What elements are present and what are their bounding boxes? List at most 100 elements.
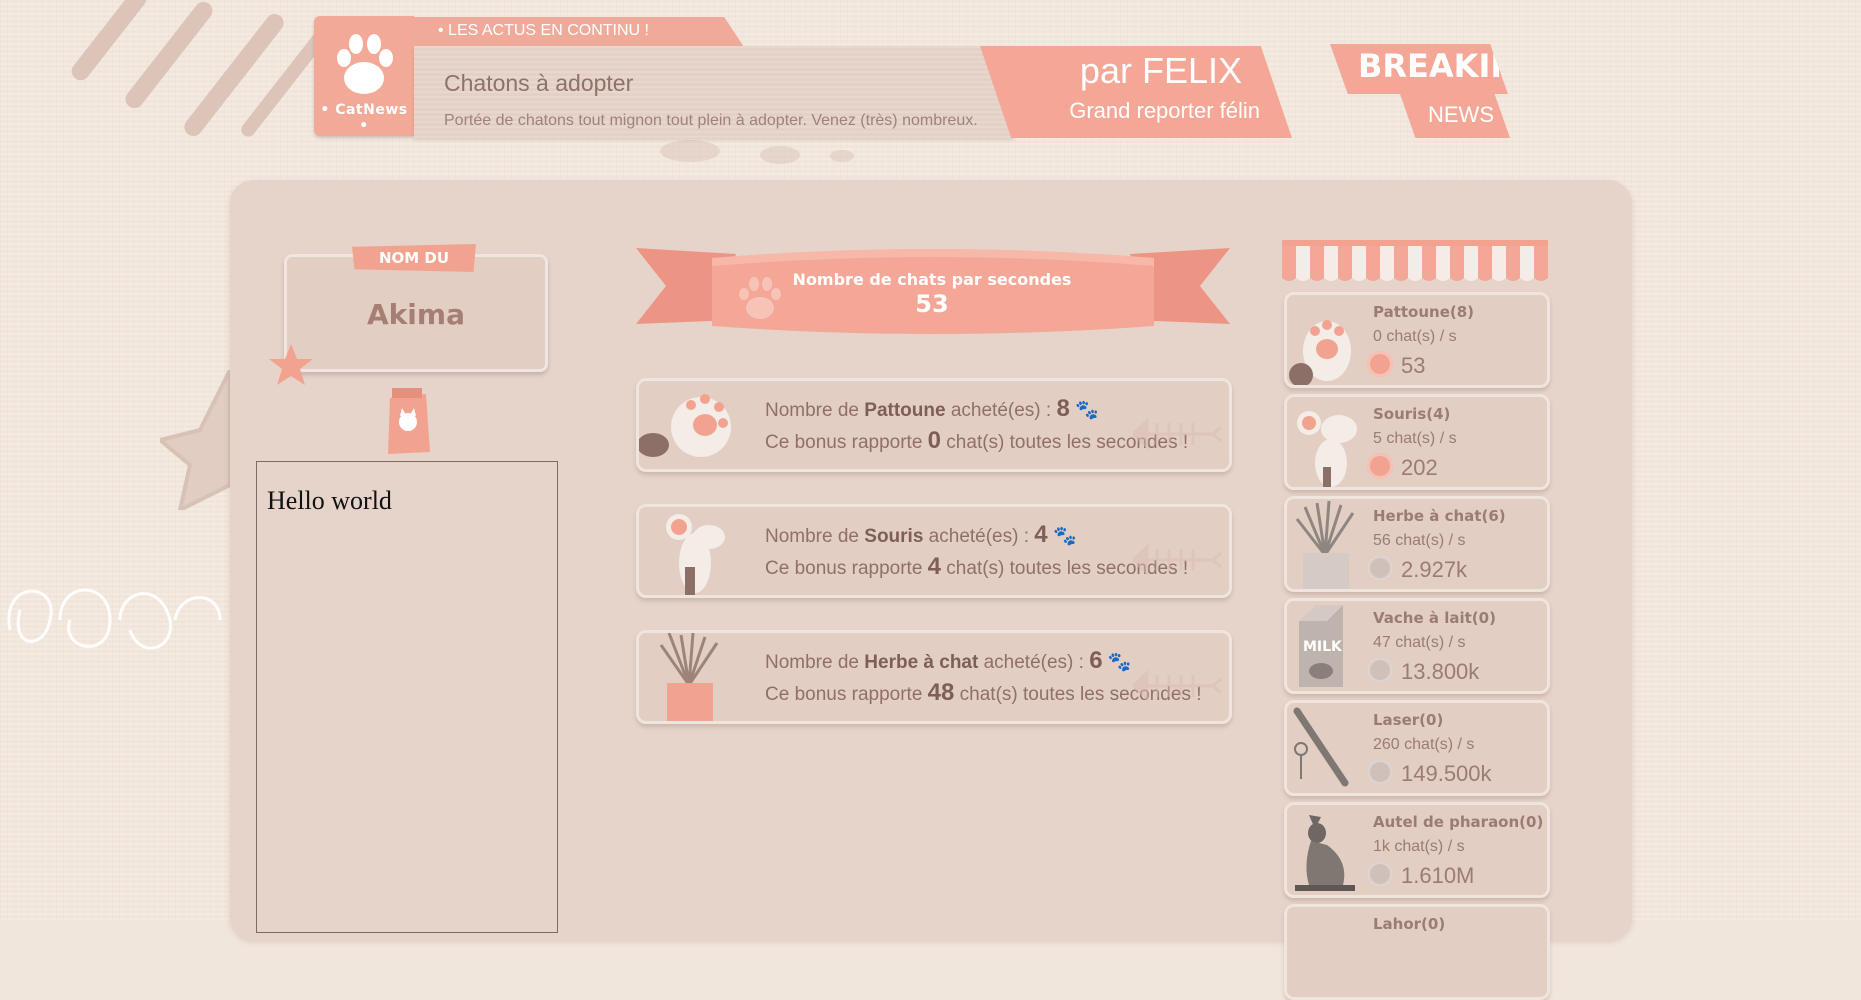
doodle-decoration [7, 588, 222, 650]
catnews-logo: • CatNews • [314, 16, 414, 136]
shop-item-autel[interactable]: Autel de pharaon(0) 1k chat(s) / s 1.610… [1284, 802, 1550, 898]
awning-stripe [1450, 246, 1464, 281]
cat-paw-icon [639, 394, 731, 457]
paw-icon: 🐾 [1075, 400, 1099, 421]
shop-item-rate: 1k chat(s) / s [1373, 838, 1465, 855]
news-description: Portée de chatons tout mignon tout plein… [444, 112, 978, 129]
news-label: NEWS [1428, 102, 1494, 127]
shop-item-rate: 0 chat(s) / s [1373, 328, 1457, 345]
awning-stripe [1408, 246, 1422, 281]
news-author: par FELIX [1079, 50, 1242, 91]
awning-stripe [1478, 246, 1492, 281]
output-text: Hello world [267, 486, 392, 515]
bonus-line-2: Ce bonus rapporte 4 chat(s) toutes les s… [765, 553, 1189, 580]
coin-icon [1367, 351, 1393, 377]
cats-per-second-label: Nombre de chats par secondes [792, 270, 1072, 289]
news-title: Chatons à adopter [444, 70, 634, 96]
shop-item-price: 53 [1401, 353, 1426, 378]
shop-item-name: Pattoune(8) [1373, 303, 1475, 321]
laser-pointer-icon [1293, 707, 1349, 787]
output-box[interactable]: Hello world [256, 461, 558, 933]
fish-bone-icon [1133, 669, 1222, 703]
coin-icon [1367, 453, 1393, 479]
catnip-plant-icon [659, 633, 719, 721]
awning-stripe [1464, 246, 1478, 281]
shop-item-souris[interactable]: Souris(4) 5 chat(s) / s 202 [1284, 394, 1550, 490]
awning-stripe [1324, 246, 1338, 281]
awning-stripe [1534, 246, 1548, 281]
awning-stripe [1492, 246, 1506, 281]
awning-stripe [1310, 246, 1324, 281]
ticker-label: • LES ACTUS EN CONTINU ! [438, 22, 649, 39]
awning-stripe [1282, 246, 1296, 281]
catnip-plant-icon [1295, 500, 1355, 589]
catnews-brand: • CatNews • [320, 102, 408, 134]
egyptian-cat-statue-icon [1295, 815, 1355, 891]
coin-icon [1367, 861, 1393, 887]
shelter-name-label: NOM DU REFUGE [352, 244, 476, 272]
shop-item-price: 149.500k [1401, 761, 1492, 786]
ticker-label-tab: • LES ACTUS EN CONTINU ! [414, 17, 744, 47]
awning-stripe [1380, 246, 1394, 281]
news-author-banner: par FELIX Grand reporter félin [980, 46, 1292, 138]
shop-item-price: 2.927k [1401, 557, 1468, 582]
bonus-card-souris: Nombre de Souris acheté(es) : 4 🐾 Ce bon… [636, 504, 1232, 598]
shop-item-price: 1.610M [1401, 863, 1475, 888]
star-icon [269, 344, 313, 385]
fish-bone-icon [1133, 543, 1222, 577]
shop-awning [1282, 240, 1548, 281]
shop-item-lahor[interactable]: Lahor(0) [1284, 904, 1550, 1000]
awning-stripe [1506, 246, 1520, 281]
paw-icon: 🐾 [1107, 652, 1132, 673]
paint-splash-decoration [660, 140, 720, 162]
bonus-line-1: Nombre de Herbe à chat acheté(es) : 6 🐾 [765, 647, 1132, 674]
shop-item-rate: 260 chat(s) / s [1373, 736, 1475, 753]
paw-icon: 🐾 [1052, 526, 1077, 547]
news-author-role: Grand reporter félin [1069, 98, 1260, 123]
bonus-line-2: Ce bonus rapporte 0 chat(s) toutes les s… [765, 427, 1189, 454]
awning-stripe [1352, 246, 1366, 281]
awning-stripe [1394, 246, 1408, 281]
awning-stripe [1296, 246, 1310, 281]
svg-text:MILK: MILK [1303, 639, 1343, 655]
shop-item-vache[interactable]: MILK Vache à lait(0) 47 chat(s) / s 13.8… [1284, 598, 1550, 694]
shelter-name[interactable]: Akima [284, 298, 548, 331]
bonus-line-1: Nombre de Pattoune acheté(es) : 8 🐾 [765, 395, 1099, 422]
mouse-icon [666, 514, 725, 595]
star-icon [160, 370, 232, 510]
news-banner: NEWS [1400, 94, 1510, 138]
shop-item-name: Lahor(0) [1373, 915, 1446, 933]
shop-item-rate: 5 chat(s) / s [1373, 430, 1457, 447]
shop-item-price: 13.800k [1401, 659, 1480, 684]
awning-stripe [1520, 246, 1534, 281]
bonus-card-pattoune: Nombre de Pattoune acheté(es) : 8 🐾 Ce b… [636, 378, 1232, 472]
shop-item-rate: 47 chat(s) / s [1373, 634, 1466, 651]
shop-item-name: Vache à lait(0) [1373, 609, 1496, 627]
breaking-banner: BREAKING [1330, 44, 1508, 94]
milk-carton-icon: MILK [1299, 605, 1343, 687]
shop-item-name: Herbe à chat(6) [1373, 507, 1506, 525]
awning-stripe [1422, 246, 1436, 281]
cat-food-bag-icon[interactable] [384, 388, 432, 456]
cats-per-second-value: 53 [915, 290, 949, 318]
shop-item-rate: 56 chat(s) / s [1373, 532, 1466, 549]
fish-bone-icon [1133, 417, 1222, 451]
paint-splash-decoration [760, 146, 800, 164]
bonus-card-herbe: Nombre de Herbe à chat acheté(es) : 6 🐾 … [636, 630, 1232, 724]
shop-item-laser[interactable]: Laser(0) 260 chat(s) / s 149.500k [1284, 700, 1550, 796]
awning-stripe [1366, 246, 1380, 281]
paint-splash-decoration [830, 150, 854, 162]
shop-item-name: Souris(4) [1373, 405, 1451, 423]
shop-item-pattoune[interactable]: Pattoune(8) 0 chat(s) / s 53 [1284, 292, 1550, 388]
awning-stripe [1436, 246, 1450, 281]
bonus-line-1: Nombre de Souris acheté(es) : 4 🐾 [765, 521, 1077, 548]
shop-item-name: Laser(0) [1373, 711, 1444, 729]
mouse-icon [1297, 411, 1357, 487]
coin-icon [1367, 555, 1393, 581]
coin-icon [1367, 759, 1393, 785]
news-ticker: • CatNews • • LES ACTUS EN CONTINU ! Cha… [314, 16, 1510, 138]
shop-item-herbe[interactable]: Herbe à chat(6) 56 chat(s) / s 2.927k [1284, 496, 1550, 592]
coin-icon [1367, 657, 1393, 683]
shop-item-name: Autel de pharaon(0) [1373, 813, 1544, 831]
paw-icon [337, 34, 393, 94]
